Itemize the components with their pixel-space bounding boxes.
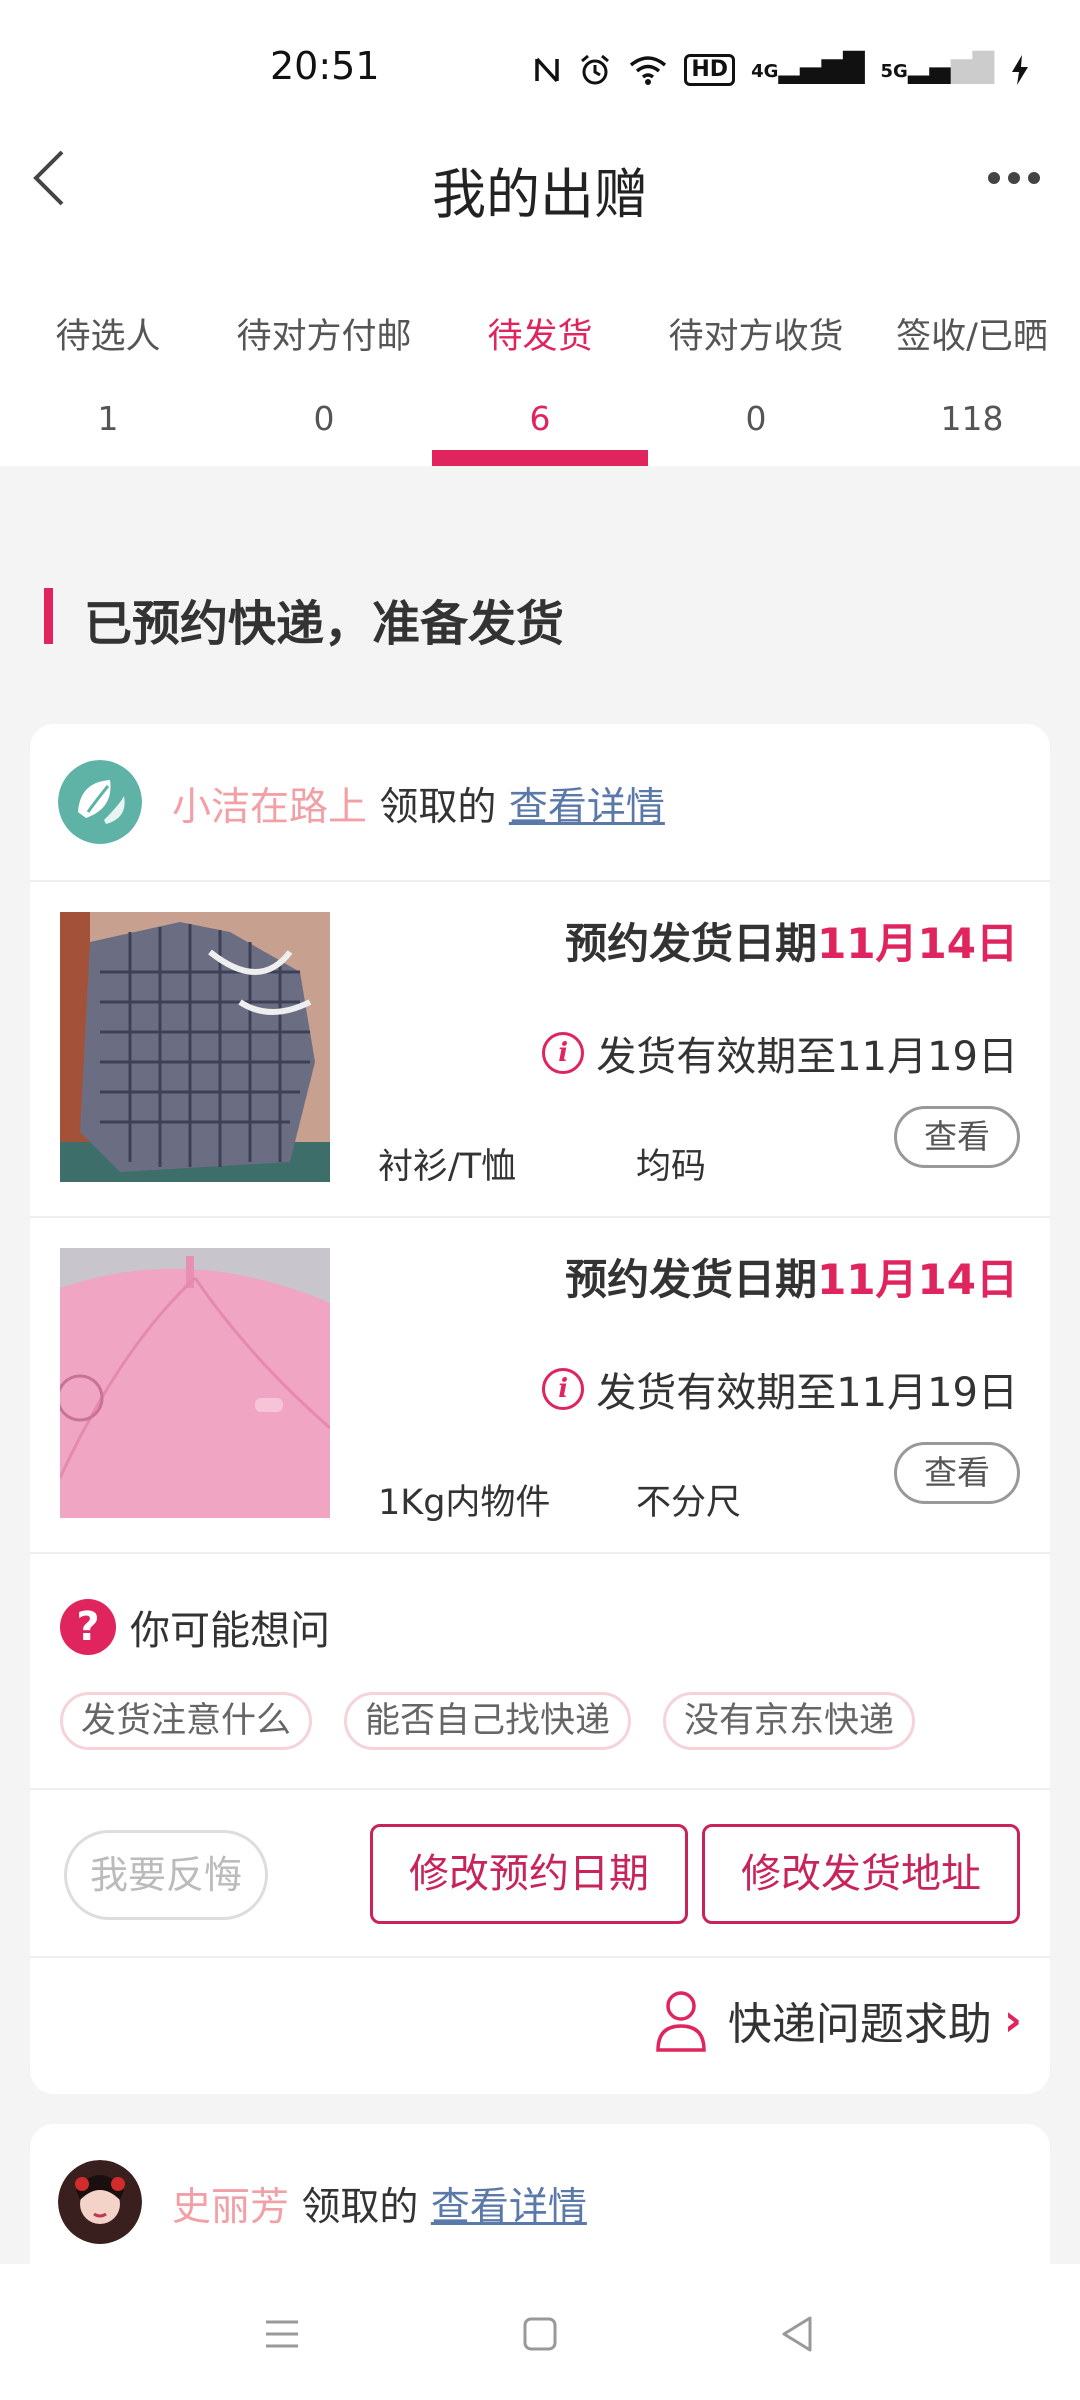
view-details-link[interactable]: 查看详情 <box>431 2185 587 2230</box>
tab-count: 1 <box>97 399 119 438</box>
tab-count: 0 <box>313 399 335 438</box>
back-icon[interactable] <box>768 2304 828 2364</box>
status-icons: HD 4G▂▄▆█ 5G▂▄▆█ <box>532 50 1030 90</box>
avatar[interactable] <box>58 2160 142 2244</box>
wifi-icon <box>630 56 667 85</box>
ship-date-label: 预约发货日期 <box>565 919 818 968</box>
view-details-link[interactable]: 查看详情 <box>509 785 665 830</box>
net-label-5g: 5G <box>880 61 908 82</box>
faq-section: ? 你可能想问 发货注意什么 能否自己找快递 没有京东快递 <box>30 1554 1050 1790</box>
signal-5g-icon: 5G▂▄▆█ <box>880 51 994 84</box>
item-thumbnail[interactable] <box>60 1248 330 1518</box>
list-item: 预约发货日期11月14日 i 发货有效期至11月19日 衬衫/T恤 均码 查看 <box>30 882 1050 1218</box>
faq-chip[interactable]: 能否自己找快递 <box>344 1692 632 1750</box>
faq-title: 你可能想问 <box>130 1608 330 1654</box>
item-category: 1Kg内物件 <box>378 1483 551 1523</box>
top-panel: 20:51 HD 4G▂▄▆█ 5G▂▄▆█ 我的出赠 待选人 1 待对方付邮 … <box>0 0 1080 466</box>
page-title: 我的出赠 <box>432 163 648 226</box>
item-thumbnail[interactable] <box>60 912 330 1182</box>
regret-button[interactable]: 我要反悔 <box>64 1830 268 1920</box>
item-category: 衬衫/T恤 <box>378 1147 517 1187</box>
tab-count: 6 <box>529 399 551 438</box>
order-actions: 我要反悔 修改预约日期 修改发货地址 <box>30 1790 1050 1958</box>
recipient-line: 史丽芳 领取的 查看详情 <box>172 2176 587 2232</box>
active-tab-indicator <box>432 450 648 466</box>
tab-pending-selection[interactable]: 待选人 1 <box>0 296 216 466</box>
tab-label: 待对方付邮 <box>236 317 412 357</box>
info-icon: i <box>542 1368 585 1410</box>
validity-text: 发货有效期至11月19日 <box>596 1034 1018 1080</box>
tab-label: 待发货 <box>487 317 593 357</box>
status-tabs: 待选人 1 待对方付邮 0 待发货 6 待对方收货 0 签收/已晒 118 <box>0 296 1080 466</box>
net-label-4g: 4G <box>751 61 779 82</box>
charging-icon <box>1012 55 1028 85</box>
recipient-name[interactable]: 小洁在路上 <box>172 785 367 830</box>
home-icon[interactable] <box>510 2304 570 2364</box>
order-card: 小洁在路上 领取的 查看详情 预约发货日期11月14日 i 发货有效期至11月19… <box>30 724 1050 2094</box>
section-title: 已预约快递，准备发货 <box>84 596 565 652</box>
more-dots-icon[interactable] <box>988 172 1040 184</box>
hd-icon: HD <box>684 54 736 86</box>
ship-date-value: 11月14日 <box>817 919 1018 968</box>
section-accent-bar <box>44 588 53 644</box>
recipient-header: 小洁在路上 领取的 查看详情 <box>30 724 1050 882</box>
validity-text: 发货有效期至11月19日 <box>596 1370 1018 1416</box>
tab-pending-postage[interactable]: 待对方付邮 0 <box>216 296 432 466</box>
express-help-link[interactable]: 快递问题求助 › <box>654 1988 1022 2052</box>
tab-pending-receipt[interactable]: 待对方收货 0 <box>648 296 864 466</box>
recipient-line: 小洁在路上 领取的 查看详情 <box>172 776 665 832</box>
help-label: 快递问题求助 <box>727 1999 992 2050</box>
system-nav-bar <box>0 2264 1080 2400</box>
status-time: 20:51 <box>270 44 380 88</box>
tab-label: 签收/已晒 <box>896 317 1048 357</box>
avatar[interactable] <box>58 760 142 844</box>
signal-4g-icon: 4G▂▄▆█ <box>751 51 865 84</box>
tab-pending-shipment[interactable]: 待发货 6 <box>432 296 648 466</box>
change-address-button[interactable]: 修改发货地址 <box>702 1824 1020 1924</box>
status-bar: 20:51 HD 4G▂▄▆█ 5G▂▄▆█ <box>0 0 1080 140</box>
list-item: 预约发货日期11月14日 i 发货有效期至11月19日 1Kg内物件 不分尺 查看 <box>30 1218 1050 1554</box>
tab-count: 0 <box>745 399 767 438</box>
question-icon: ? <box>60 1599 116 1655</box>
item-size: 均码 <box>636 1147 707 1187</box>
alarm-icon <box>581 54 610 85</box>
faq-chips: 发货注意什么 能否自己找快递 没有京东快递 <box>60 1692 916 1750</box>
menu-icon[interactable] <box>252 2304 312 2364</box>
faq-chip[interactable]: 发货注意什么 <box>60 1692 313 1750</box>
chevron-right-icon: › <box>1003 1994 1022 2046</box>
ship-date-label: 预约发货日期 <box>565 1255 818 1304</box>
received-text: 领取的 <box>379 785 497 830</box>
faq-chip[interactable]: 没有京东快递 <box>663 1692 916 1750</box>
person-icon <box>656 1991 706 2052</box>
tab-signed-shared[interactable]: 签收/已晒 118 <box>864 296 1080 466</box>
tab-label: 待对方收货 <box>668 317 844 357</box>
ship-date: 预约发货日期11月14日 <box>565 910 1018 971</box>
ship-date-value: 11月14日 <box>817 1255 1018 1304</box>
faq-header: ? 你可能想问 <box>60 1598 330 1656</box>
nfc-icon <box>535 57 560 83</box>
validity: i 发货有效期至11月19日 <box>542 1360 1018 1418</box>
view-button[interactable]: 查看 <box>894 1106 1020 1168</box>
recipient-name[interactable]: 史丽芳 <box>172 2185 289 2230</box>
validity: i 发货有效期至11月19日 <box>542 1024 1018 1082</box>
ship-date: 预约发货日期11月14日 <box>565 1246 1018 1307</box>
tab-count: 118 <box>940 399 1004 438</box>
info-icon: i <box>542 1032 585 1074</box>
change-date-button[interactable]: 修改预约日期 <box>370 1824 688 1924</box>
received-text: 领取的 <box>301 2185 419 2230</box>
view-button[interactable]: 查看 <box>894 1442 1020 1504</box>
item-size: 不分尺 <box>636 1483 742 1523</box>
tab-label: 待选人 <box>55 317 161 357</box>
